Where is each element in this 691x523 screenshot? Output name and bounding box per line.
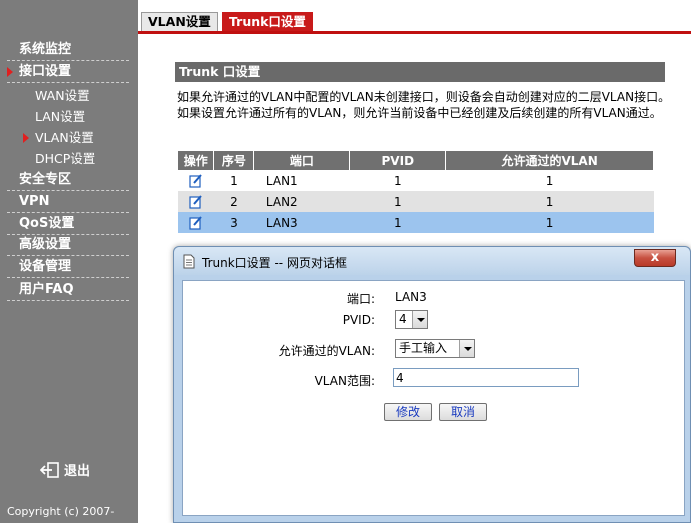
sidebar-item-label: 安全专区 (19, 172, 72, 187)
column-header-index: 序号 (213, 151, 255, 170)
column-header-pvid: PVID (349, 151, 447, 170)
edit-icon[interactable] (189, 195, 203, 209)
modify-button[interactable]: 修改 (384, 403, 432, 421)
sidebar-item-wan-settings[interactable]: WAN设置 (7, 86, 129, 106)
row-allowed-vlan: 1 (445, 191, 654, 212)
table-row[interactable]: 2 LAN2 1 1 (178, 191, 654, 212)
port-label: 端口: (346, 292, 375, 306)
table-row[interactable]: 1 LAN1 1 1 (178, 170, 654, 191)
sidebar-item-user-faq[interactable]: 用户FAQ (7, 280, 129, 301)
row-port: LAN2 (253, 191, 350, 212)
sidebar-item-label: DHCP设置 (35, 151, 96, 166)
row-pvid: 1 (349, 170, 446, 191)
table-header-row: 操作 序号 端口 PVID 允许通过的VLAN (178, 151, 654, 170)
tab-underline (138, 31, 691, 34)
row-pvid: 1 (349, 212, 446, 233)
dialog-body: 端口: LAN3 PVID: 4 允许通过的VLAN: 手工输入 VLAN范围:… (182, 280, 685, 516)
sidebar-item-dhcp-settings[interactable]: DHCP设置 (7, 149, 129, 169)
description-line-2: 如果设置允许通过所有的VLAN，则允许当前设备中已经创建及后续创建的所有VLAN… (177, 106, 662, 120)
row-allowed-vlan: 1 (445, 170, 654, 191)
sidebar-item-label: 高级设置 (19, 237, 72, 252)
sidebar-item-label: 接口设置 (19, 64, 72, 79)
allowed-vlan-label: 允许通过的VLAN: (278, 344, 375, 358)
trunk-table: 操作 序号 端口 PVID 允许通过的VLAN 1 LAN1 1 1 2 LAN… (178, 151, 654, 233)
edit-cell[interactable] (178, 212, 214, 233)
sidebar-item-interface-settings[interactable]: 接口设置 (7, 62, 129, 83)
tab-vlan-settings[interactable]: VLAN设置 (141, 12, 218, 32)
sidebar-item-device-management[interactable]: 设备管理 (7, 257, 129, 278)
column-header-allowed-vlan: 允许通过的VLAN (445, 151, 654, 170)
row-port: LAN3 (253, 212, 350, 233)
edit-cell[interactable] (178, 170, 214, 191)
column-header-port: 端口 (253, 151, 351, 170)
sidebar-item-qos[interactable]: QoS设置 (7, 214, 129, 235)
pvid-select[interactable]: 4 (395, 310, 428, 329)
row-index: 1 (213, 170, 254, 191)
close-button[interactable]: x (634, 249, 676, 267)
sidebar-item-label: WAN设置 (35, 88, 90, 103)
pvid-select-value: 4 (399, 312, 407, 326)
document-icon (183, 254, 195, 269)
trunk-dialog: Trunk口设置 -- 网页对话框 x 端口: LAN3 PVID: 4 允许通… (173, 246, 691, 523)
edit-icon[interactable] (189, 174, 203, 188)
edit-icon[interactable] (189, 216, 203, 230)
row-index: 2 (213, 191, 254, 212)
logout-icon (40, 461, 59, 478)
sidebar-item-system-monitor[interactable]: 系统监控 (7, 40, 129, 61)
row-port: LAN1 (253, 170, 350, 191)
dialog-titlebar[interactable]: Trunk口设置 -- 网页对话框 x (174, 247, 690, 275)
column-header-action: 操作 (178, 151, 215, 170)
row-allowed-vlan: 1 (445, 212, 654, 233)
sidebar-item-label: 用户FAQ (19, 282, 74, 297)
pvid-label: PVID: (342, 313, 375, 327)
vlan-range-label: VLAN范围: (314, 374, 375, 388)
sidebar-item-security[interactable]: 安全专区 (7, 170, 129, 191)
allowed-vlan-select[interactable]: 手工输入 (395, 339, 475, 358)
dialog-title: Trunk口设置 -- 网页对话框 (202, 256, 347, 270)
table-row[interactable]: 3 LAN3 1 1 (178, 212, 654, 233)
sidebar-item-lan-settings[interactable]: LAN设置 (7, 107, 129, 127)
sidebar-item-vlan-settings[interactable]: VLAN设置 (7, 128, 129, 148)
sidebar-item-label: 系统监控 (19, 42, 72, 57)
sidebar-item-label: QoS设置 (19, 216, 75, 231)
row-index: 3 (213, 212, 254, 233)
logout-label: 退出 (64, 464, 91, 479)
allowed-vlan-select-value: 手工输入 (399, 341, 448, 355)
sidebar-item-label: 设备管理 (19, 259, 72, 274)
section-title: Trunk 口设置 (175, 62, 665, 82)
description-line-1: 如果允许通过的VLAN中配置的VLAN未创建接口，则设备会自动创建对应的二层VL… (177, 90, 671, 104)
close-icon: x (650, 250, 660, 265)
sidebar-item-advanced[interactable]: 高级设置 (7, 235, 129, 256)
sidebar: 系统监控 接口设置 WAN设置 LAN设置 VLAN设置 DHCP设置 安全专区… (0, 0, 138, 523)
port-value: LAN3 (395, 290, 427, 304)
vlan-range-input[interactable] (393, 368, 579, 387)
tab-bar (138, 0, 691, 34)
row-pvid: 1 (349, 191, 446, 212)
active-arrow-icon (7, 67, 13, 77)
active-arrow-icon (23, 133, 29, 143)
edit-cell[interactable] (178, 191, 214, 212)
chevron-down-icon[interactable] (459, 340, 474, 357)
sidebar-item-label: VPN (19, 194, 50, 209)
sidebar-item-label: LAN设置 (35, 109, 86, 124)
logout-button[interactable]: 退出 (40, 460, 90, 479)
tab-trunk-settings[interactable]: Trunk口设置 (222, 12, 313, 32)
copyright-text: Copyright (c) 2007- (7, 505, 115, 518)
sidebar-item-label: VLAN设置 (35, 130, 94, 145)
chevron-down-icon[interactable] (412, 311, 427, 328)
sidebar-item-vpn[interactable]: VPN (7, 192, 129, 213)
cancel-button[interactable]: 取消 (439, 403, 487, 421)
